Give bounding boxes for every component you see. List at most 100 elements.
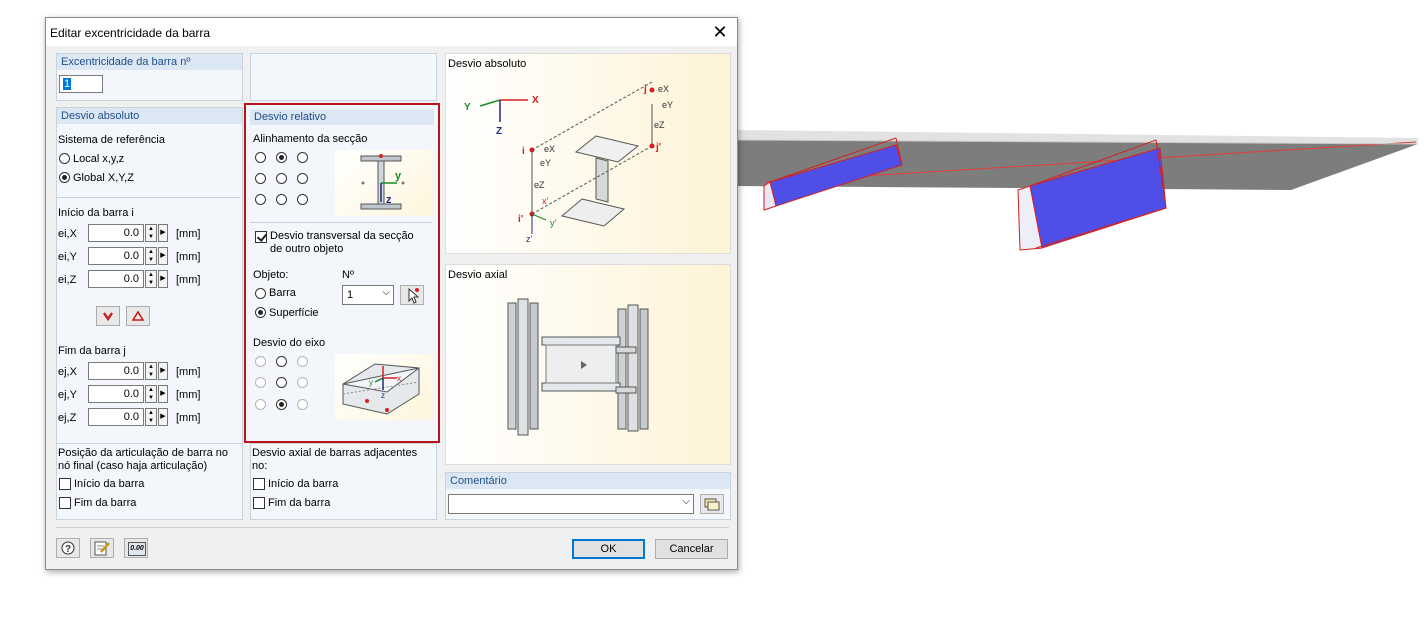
ej-z-pick-icon[interactable]: ▶ [158,408,168,426]
svg-text:eY: eY [662,100,673,110]
svg-text:eX: eX [544,144,555,154]
arrow-down-icon [103,312,113,322]
calculator-icon: 0.00 [128,542,146,556]
ej-z-label: ej,Z [58,412,77,424]
svg-text:x: x [397,374,401,383]
ei-y-unit: [mm] [176,251,201,263]
ej-y-updown-icon[interactable]: ▲ ▼ [145,385,157,403]
axis-middle-center-radio[interactable] [276,377,287,388]
svg-text:j': j' [655,142,661,153]
pick-object-button[interactable] [400,285,424,305]
absolute-offset-header: Desvio absoluto [57,108,242,124]
ej-z-spinner[interactable]: 0.0 ▲ ▼ ▶ [88,408,170,426]
ej-x-spinner[interactable]: 0.0 ▲ ▼ ▶ [88,362,170,380]
ej-y-input[interactable]: 0.0 [88,385,144,403]
align-top-right-radio[interactable] [297,152,308,163]
align-bottom-center-radio[interactable] [276,194,287,205]
ei-z-label: ei,Z [58,274,77,286]
object-no-select[interactable]: 1 ⌵ [342,285,394,305]
align-bottom-left-radio[interactable] [255,194,266,205]
axis-bottom-center-radio[interactable] [276,399,287,410]
hinge-position-panel: Posição da articulação de barra no nó fi… [56,443,243,520]
edit-button[interactable] [90,538,114,558]
object-member-label: Barra [269,287,296,299]
axis-top-left-radio[interactable] [255,356,266,367]
axis-offset-image: x y z [335,354,433,420]
axial-start-checkbox[interactable] [253,478,265,490]
axis-bottom-left-radio[interactable] [255,399,266,410]
ei-x-pick-icon[interactable]: ▶ [158,224,168,242]
ei-y-pick-icon[interactable]: ▶ [158,247,168,265]
member-no-input[interactable]: 1 [59,75,103,93]
axis-top-right-radio[interactable] [297,356,308,367]
axial-offset-diagram [507,298,649,436]
object-surface-radio[interactable] [255,307,266,318]
ei-x-input[interactable]: 0.0 [88,224,144,242]
global-system-label: Global X,Y,Z [73,172,134,184]
member-no-panel: Excentricidade da barra nº 1 [56,53,243,101]
axis-bottom-right-radio[interactable] [297,399,308,410]
comment-header: Comentário [446,473,730,489]
ej-x-pick-icon[interactable]: ▶ [158,362,168,380]
align-middle-left-radio[interactable] [255,173,266,184]
relative-offset-panel: Desvio relativo Alinhamento da secção y … [244,103,440,443]
axis-middle-left-radio[interactable] [255,377,266,388]
copy-down-button[interactable] [96,306,120,326]
ei-z-input[interactable]: 0.0 [88,270,144,288]
ej-z-updown-icon[interactable]: ▲ ▼ [145,408,157,426]
axial-end-checkbox[interactable] [253,497,265,509]
local-system-radio[interactable] [59,153,70,164]
ej-y-spinner[interactable]: 0.0 ▲ ▼ ▶ [88,385,170,403]
global-system-radio[interactable] [59,172,70,183]
help-button[interactable]: ? [56,538,80,558]
svg-text:Z: Z [496,126,502,137]
comment-input[interactable]: ⌵ [448,494,694,514]
ei-z-unit: [mm] [176,274,201,286]
chevron-down-icon: ⌵ [682,496,690,507]
axial-end-label: Fim da barra [268,497,331,509]
ei-y-input[interactable]: 0.0 [88,247,144,265]
axis-top-center-radio[interactable] [276,356,287,367]
comment-panel: Comentário ⌵ [445,472,731,520]
relative-offset-header: Desvio relativo [250,109,434,125]
ei-z-pick-icon[interactable]: ▶ [158,270,168,288]
svg-text:eZ: eZ [534,180,545,190]
ok-button[interactable]: OK [572,539,645,559]
member-no-header: Excentricidade da barra nº [57,54,242,70]
copy-up-button[interactable] [126,306,150,326]
close-icon[interactable]: ✕ [703,18,737,46]
end-member-label: Fim da barra j [58,345,126,357]
ei-y-spinner[interactable]: 0.0 ▲ ▼ ▶ [88,247,170,265]
comment-library-button[interactable] [700,494,724,514]
align-middle-right-radio[interactable] [297,173,308,184]
svg-text:y: y [369,378,373,387]
ei-y-updown-icon[interactable]: ▲ ▼ [145,247,157,265]
hinge-end-checkbox[interactable] [59,497,71,509]
ej-x-label: ej,X [58,366,77,378]
transverse-offset-checkbox[interactable] [255,231,267,243]
hinge-start-checkbox[interactable] [59,478,71,490]
axis-middle-right-radio[interactable] [297,377,308,388]
ej-z-input[interactable]: 0.0 [88,408,144,426]
transverse-offset-line2: de outro objeto [270,243,344,255]
ei-z-spinner[interactable]: 0.0 ▲ ▼ ▶ [88,270,170,288]
object-member-radio[interactable] [255,288,266,299]
hinge-position-line1: Posição da articulação de barra no [58,447,228,459]
svg-text:eZ: eZ [654,120,665,130]
align-top-center-radio[interactable] [276,152,287,163]
ei-y-label: ei,Y [58,251,77,263]
units-button[interactable]: 0.00 [124,538,148,558]
ei-x-updown-icon[interactable]: ▲ ▼ [145,224,157,242]
axial-adjacent-line2: no: [252,460,268,472]
ej-x-input[interactable]: 0.0 [88,362,144,380]
ei-z-updown-icon[interactable]: ▲ ▼ [145,270,157,288]
align-top-left-radio[interactable] [255,152,266,163]
ej-x-updown-icon[interactable]: ▲ ▼ [145,362,157,380]
edit-pencil-icon [94,541,110,556]
cancel-button[interactable]: Cancelar [655,539,728,559]
align-middle-center-radio[interactable] [276,173,287,184]
ref-system-label: Sistema de referência [58,134,165,146]
align-bottom-right-radio[interactable] [297,194,308,205]
ej-y-pick-icon[interactable]: ▶ [158,385,168,403]
ei-x-spinner[interactable]: 0.0 ▲ ▼ ▶ [88,224,170,242]
